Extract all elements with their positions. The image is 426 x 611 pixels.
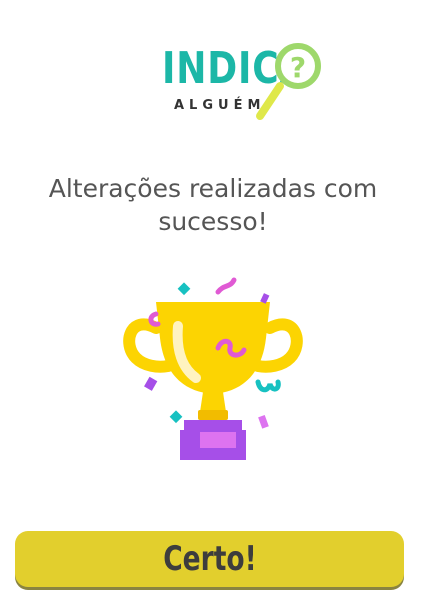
confirm-button-label: Certo! [162,539,257,579]
app-logo: INDICA ALGUÉM ? [158,40,330,124]
logo-question-mark: ? [290,51,306,84]
success-message: Alterações realizadas com sucesso! [48,174,378,236]
trophy-icon [123,277,303,460]
magnifying-glass-icon: ? [256,43,321,120]
confirm-button[interactable]: Certo! [15,531,404,587]
